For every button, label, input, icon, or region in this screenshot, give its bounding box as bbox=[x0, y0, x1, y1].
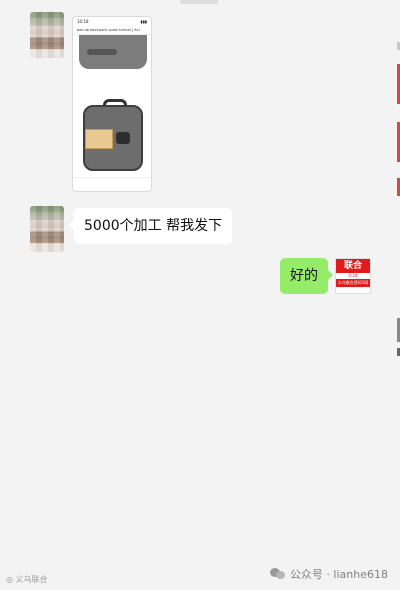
logo-bottom-strip bbox=[336, 287, 370, 293]
sender-avatar-2[interactable] bbox=[30, 206, 64, 252]
bag-zipper bbox=[116, 132, 130, 144]
screenshot-header: bas de backpack quod animal | ALI bbox=[73, 26, 151, 35]
watermark-right-text: 公众号 · lianhe618 bbox=[289, 568, 388, 581]
screenshot-status-bar: 10:18 ▮▮▮ bbox=[73, 17, 151, 26]
logo-band-text: 义乌联合烫印1网 bbox=[336, 279, 370, 287]
message-image-card[interactable]: 10:18 ▮▮▮ bas de backpack quod animal | … bbox=[72, 16, 152, 192]
screenshot-divider bbox=[73, 177, 151, 178]
wechat-logo-icon bbox=[269, 568, 286, 580]
sender-avatar[interactable] bbox=[30, 12, 64, 58]
bag-label bbox=[85, 129, 113, 149]
screenshot-time: 10:18 bbox=[77, 19, 89, 24]
self-avatar-logo[interactable]: 联合 0:24 义乌联合烫印1网 bbox=[335, 258, 371, 294]
watermark-right: 公众号 · lianhe618 bbox=[269, 566, 388, 582]
top-tab bbox=[180, 0, 218, 4]
watermark-left: ◎ 义乌联合 bbox=[6, 575, 48, 584]
sent-message[interactable]: 好的 bbox=[280, 258, 333, 294]
screenshot-status-icons: ▮▮▮ bbox=[140, 19, 147, 24]
bag-top-image bbox=[79, 35, 147, 69]
logo-top-text: 联合 bbox=[336, 259, 370, 273]
received-message[interactable]: 5000个加工 帮我发下 bbox=[68, 208, 233, 244]
